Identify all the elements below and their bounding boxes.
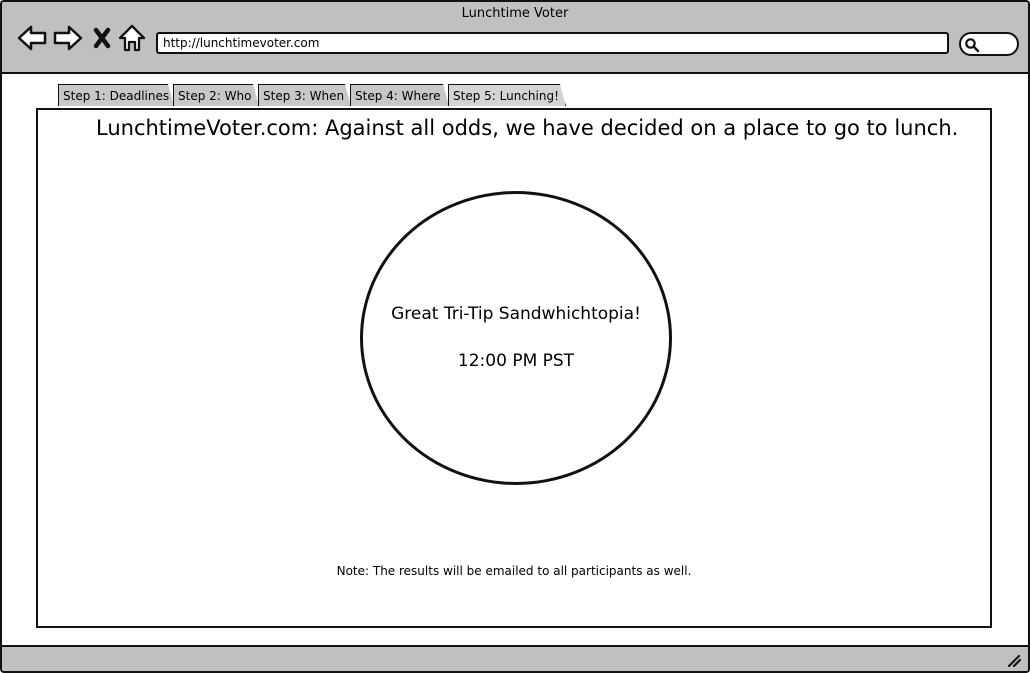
address-bar[interactable]: http://lunchtimevoter.com — [156, 32, 949, 54]
tab-step-1-deadlines[interactable]: Step 1: Deadlines — [58, 84, 174, 106]
page-headline: LunchtimeVoter.com: Against all odds, we… — [96, 116, 959, 140]
home-button[interactable] — [116, 22, 148, 54]
resize-grip-icon[interactable] — [1006, 653, 1022, 667]
search-input[interactable] — [959, 32, 1019, 56]
tab-step-5-lunching[interactable]: Step 5: Lunching! — [448, 84, 566, 106]
result-place: Great Tri-Tip Sandwhichtopia! — [391, 304, 641, 324]
email-note: Note: The results will be emailed to all… — [336, 564, 692, 578]
browser-window: Lunchtime Voter http://lunchtimevoter.co… — [0, 0, 1030, 673]
arrow-right-icon — [53, 25, 83, 51]
result-circle: Great Tri-Tip Sandwhichtopia! 12:00 PM P… — [360, 191, 672, 485]
status-bar — [2, 645, 1028, 671]
tab-step-2-who[interactable]: Step 2: Who — [173, 84, 259, 106]
search-icon — [965, 38, 980, 53]
back-button[interactable] — [16, 22, 48, 54]
tab-content-panel: LunchtimeVoter.com: Against all odds, we… — [36, 108, 992, 628]
result-time: 12:00 PM PST — [457, 351, 575, 371]
title-bar: Lunchtime Voter http://lunchtimevoter.co… — [2, 2, 1028, 74]
window-title: Lunchtime Voter — [461, 6, 569, 21]
home-icon — [118, 24, 146, 52]
forward-button[interactable] — [52, 22, 84, 54]
tab-step-3-when[interactable]: Step 3: When — [258, 84, 351, 106]
arrow-left-icon — [17, 25, 47, 51]
tab-step-4-where[interactable]: Step 4: Where — [350, 84, 449, 106]
